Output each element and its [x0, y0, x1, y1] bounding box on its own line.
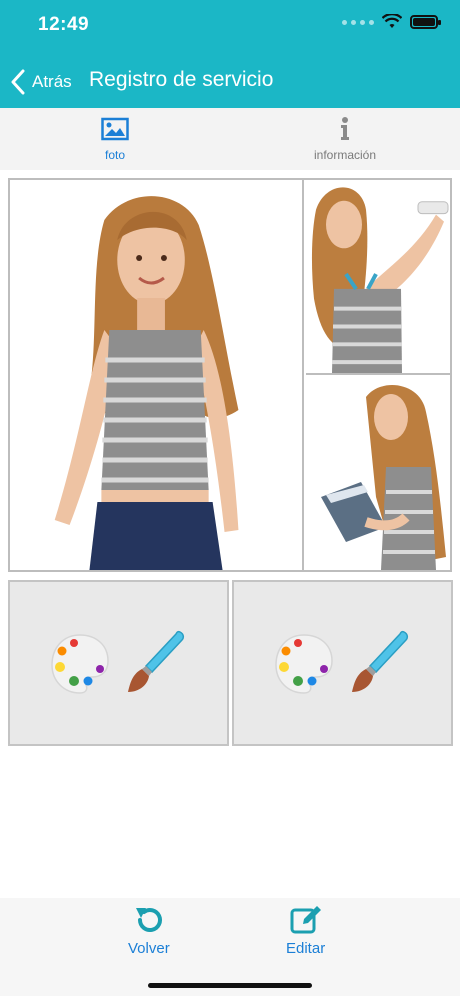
home-indicator	[148, 983, 312, 988]
photo-top-right[interactable]	[306, 180, 450, 375]
tab-foto[interactable]: foto	[0, 108, 230, 170]
photo-girl-with-folder	[306, 377, 450, 570]
palette-icon	[50, 634, 109, 694]
status-icons	[342, 14, 441, 30]
editar-label: Editar	[286, 940, 326, 957]
status-time: 12:49	[38, 14, 90, 35]
edit-icon	[290, 906, 321, 934]
paint-tile-left[interactable]	[8, 580, 229, 746]
tab-informacion-label: información	[313, 148, 377, 162]
bottom-toolbar: Volver Editar	[0, 898, 460, 996]
paintbrush-icon	[127, 630, 184, 692]
tab-bar: foto información	[0, 108, 460, 170]
tab-informacion[interactable]: información	[230, 108, 460, 170]
image-icon	[101, 117, 129, 141]
chevron-left-icon	[11, 69, 25, 95]
volver-label: Volver	[128, 940, 170, 957]
battery-icon	[410, 15, 441, 29]
editar-button[interactable]: Editar	[286, 904, 325, 957]
header: 12:49 Atrás Registro de servicio	[0, 0, 460, 108]
palette-icon	[274, 634, 333, 694]
volver-button[interactable]: Volver	[128, 904, 170, 957]
photo-bottom-right[interactable]	[306, 377, 450, 570]
photo-girl-smiling	[10, 180, 302, 570]
paint-tile-right[interactable]	[232, 580, 453, 746]
signal-dots-icon	[342, 19, 374, 25]
photo-girl-painting-wall	[306, 180, 450, 373]
back-label: Atrás	[32, 72, 72, 91]
back-button[interactable]: Atrás	[10, 64, 72, 100]
paintbrush-icon	[351, 630, 408, 692]
tab-foto-label: foto	[104, 148, 125, 162]
info-icon	[341, 117, 349, 140]
page-title: Registro de servicio	[89, 68, 274, 91]
photo-collage	[8, 178, 452, 572]
photo-main[interactable]	[10, 180, 304, 570]
wifi-icon	[382, 14, 402, 28]
undo-icon	[135, 908, 162, 932]
